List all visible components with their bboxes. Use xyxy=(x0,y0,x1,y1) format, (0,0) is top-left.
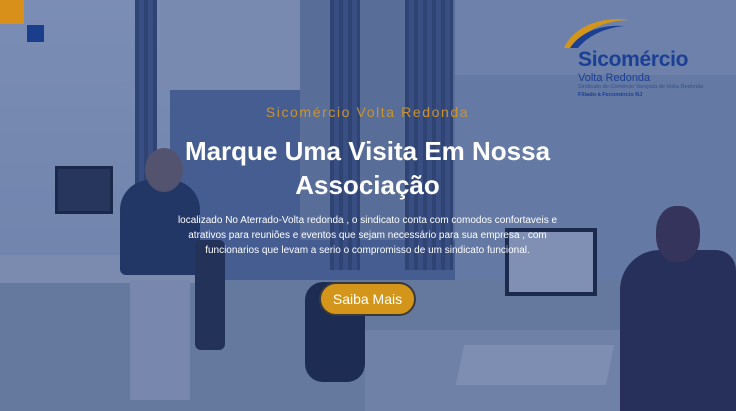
hero-title: Marque Uma Visita Em Nossa Associação xyxy=(184,136,551,200)
swoosh-icon xyxy=(564,19,630,48)
sicomercio-logo[interactable]: Sicomércio Volta Redonda Sindicato do Co… xyxy=(560,14,728,106)
hero-section: Sicomércio Volta Redonda Sindicato do Co… xyxy=(0,0,736,411)
hero-eyebrow: Sicomércio Volta Redonda xyxy=(265,104,470,120)
logo-city: Volta Redonda xyxy=(578,72,651,84)
decorative-square-orange xyxy=(0,0,24,24)
logo-federation: Filiado à Fecomércio RJ xyxy=(578,92,643,98)
logo-name: Sicomércio xyxy=(578,48,689,71)
saiba-mais-button[interactable]: Saiba Mais xyxy=(318,282,417,316)
decorative-square-blue xyxy=(27,25,44,42)
hero-content: Sicomércio Volta Redonda Marque Uma Visi… xyxy=(150,104,585,316)
logo-subtitle: Sindicato do Comércio Varejista de Volta… xyxy=(578,84,704,90)
hero-description: localizado No Aterrado-Volta redonda , o… xyxy=(177,215,558,256)
